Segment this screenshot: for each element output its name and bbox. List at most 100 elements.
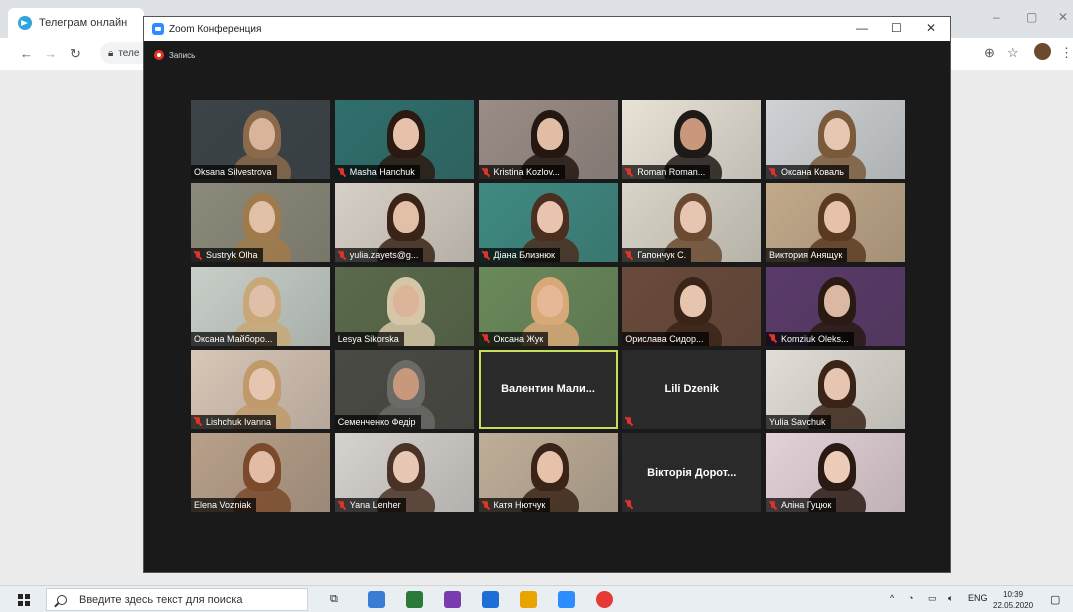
notifications-icon[interactable]: ▢: [1050, 593, 1060, 606]
participant-face: [249, 118, 275, 150]
participant-face: [392, 284, 419, 317]
app-icon-yellow[interactable]: [520, 591, 537, 608]
participant-name: Masha Hanchuk: [349, 167, 415, 177]
browser-close-button[interactable]: ✕: [1058, 10, 1068, 24]
participant-name: Орислава Сидор...: [625, 333, 704, 344]
taskbar-search-input[interactable]: Введите здесь текст для поиска: [46, 588, 308, 611]
participant-name-bar: Kristina Kozlov...: [478, 165, 565, 179]
network-icon[interactable]: ◔: [908, 593, 913, 603]
profile-avatar[interactable]: [1034, 43, 1051, 60]
participant-tile[interactable]: Вікторія Дорот...: [622, 433, 762, 512]
participant-tile[interactable]: Kristina Kozlov...: [478, 100, 618, 179]
participant-tile[interactable]: Elena Vozniak: [191, 433, 330, 512]
participant-face: [249, 284, 275, 317]
chrome-icon[interactable]: [596, 591, 613, 608]
browser-tab-telegram[interactable]: Телеграм онлайн: [8, 8, 144, 38]
participant-tile[interactable]: Орислава Сидор...: [622, 266, 762, 346]
participant-name-bar: Elena Vozniak: [191, 498, 257, 512]
participant-face: [536, 118, 563, 150]
participant-face: [824, 451, 850, 483]
participant-face: [680, 118, 707, 150]
participant-tile[interactable]: Діана Близнюк: [478, 183, 618, 263]
participant-name: Lishchuk Ivanna: [206, 416, 272, 427]
windows-start-icon[interactable]: [18, 594, 30, 606]
participant-tile[interactable]: Yulia Savchuk: [766, 349, 905, 429]
participant-name: Yana Lenher: [349, 500, 401, 510]
recording-label: Запись: [169, 50, 196, 60]
participant-tile[interactable]: Yana Lenher: [334, 433, 474, 512]
lock-icon: 🔒︎: [108, 47, 114, 59]
participant-tile[interactable]: Оксана Жук: [478, 266, 618, 346]
participant-face: [536, 201, 563, 234]
participant-tile[interactable]: Sustryk Olha: [191, 183, 330, 263]
zoom-close-button[interactable]: ✕: [926, 21, 936, 35]
bluetooth-icon[interactable]: [482, 591, 499, 608]
participant-name-bar: Орислава Сидор...: [622, 331, 709, 346]
tray-chevron-icon[interactable]: ^: [890, 593, 894, 603]
participant-tile[interactable]: Оксана Коваль: [766, 100, 905, 179]
menu-dots-icon[interactable]: ⋮: [1060, 45, 1073, 61]
participant-name-bar: yulia.zayets@g...: [334, 248, 424, 263]
viber-icon[interactable]: [444, 591, 461, 608]
file-explorer-icon[interactable]: [368, 591, 385, 608]
back-arrow-icon[interactable]: ←: [20, 46, 33, 61]
participant-tile[interactable]: Masha Hanchuk: [334, 100, 474, 179]
participant-tile[interactable]: Lishchuk Ivanna: [191, 349, 330, 429]
app-icon-green[interactable]: [406, 591, 423, 608]
participant-tile[interactable]: Roman Roman...: [622, 100, 762, 179]
mic-muted-icon: [482, 334, 490, 343]
star-icon[interactable]: ☆: [1007, 45, 1019, 61]
participant-face: [536, 451, 563, 483]
participant-name-bar: Sustryk Olha: [191, 248, 263, 263]
participant-face: [680, 201, 707, 234]
clock-time: 10:39: [1003, 590, 1024, 599]
participant-tile[interactable]: yulia.zayets@g...: [334, 183, 474, 263]
mic-muted-icon: [482, 500, 490, 510]
participant-tile[interactable]: Аліна Гуцюк: [766, 433, 905, 512]
participant-face: [824, 284, 850, 317]
add-icon[interactable]: ⊕: [984, 45, 995, 61]
participant-tile[interactable]: Oksana Silvestrova: [191, 100, 330, 179]
participant-face: [392, 201, 419, 234]
recording-indicator[interactable]: Запись: [154, 50, 195, 60]
mic-muted-icon: [338, 167, 346, 177]
participant-tile[interactable]: Lili Dzenik: [622, 349, 762, 429]
participant-name: Elena Vozniak: [194, 500, 252, 510]
participant-tile[interactable]: Lesya Sikorska: [334, 266, 474, 346]
participant-tile[interactable]: Катя Нютчук: [478, 433, 618, 512]
participant-face: [824, 201, 850, 234]
participant-name: Валентин Мали...: [501, 383, 595, 396]
zoom-taskbar-icon[interactable]: [558, 591, 575, 608]
mic-muted-icon: [769, 500, 777, 510]
mic-muted-icon: [338, 250, 346, 260]
zoom-maximize-button[interactable]: ☐: [891, 21, 902, 35]
participant-name: Семенченко Федір: [337, 416, 416, 427]
browser-minimize-button[interactable]: –: [993, 10, 1000, 24]
participant-face: [392, 451, 419, 483]
participant-name: Діана Близнюк: [493, 250, 555, 261]
participant-name: Roman Roman...: [637, 167, 706, 177]
participant-tile[interactable]: Виктория Анящук: [766, 183, 905, 263]
participant-name: Оксана Жук: [493, 333, 544, 344]
participant-name-bar: Oksana Silvestrova: [191, 165, 277, 179]
zoom-window-title: Zoom Конференция: [169, 23, 262, 35]
participant-name: Lesya Sikorska: [337, 333, 399, 344]
taskbar-clock[interactable]: 10:39 22.05.2020: [993, 589, 1033, 611]
volume-icon[interactable]: 🔈︎: [948, 593, 953, 604]
language-indicator[interactable]: ENG: [968, 593, 988, 603]
participant-tile[interactable]: Валентин Мали...: [478, 349, 618, 429]
participant-name: Оксана Коваль: [781, 167, 844, 177]
participant-name: Yulia Savchuk: [769, 416, 826, 427]
battery-icon[interactable]: ▭: [928, 593, 937, 604]
task-view-icon[interactable]: ⧉: [330, 593, 338, 606]
reload-icon[interactable]: ↻: [70, 46, 81, 62]
participant-tile[interactable]: Семенченко Федір: [334, 349, 474, 429]
forward-arrow-icon[interactable]: →: [44, 46, 57, 61]
participant-tile[interactable]: Гапончук С.: [622, 183, 762, 263]
participant-tile[interactable]: Komziuk Oleks...: [766, 266, 905, 346]
participant-face: [536, 284, 563, 317]
zoom-minimize-button[interactable]: —: [856, 21, 868, 35]
mic-muted-icon: [482, 250, 490, 260]
browser-maximize-button[interactable]: ▢: [1026, 10, 1037, 24]
participant-tile[interactable]: Оксана Майборо...: [191, 266, 330, 346]
